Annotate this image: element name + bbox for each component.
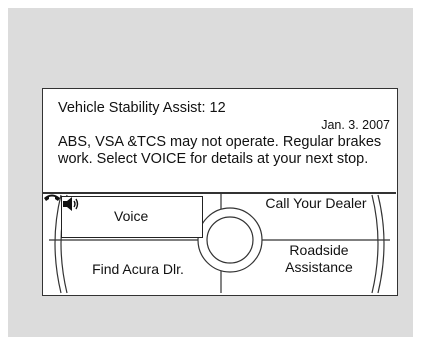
message-title: Vehicle Stability Assist: 12 [58, 100, 226, 116]
phone-icon [44, 194, 60, 201]
call-your-dealer-button[interactable]: Call Your Dealer [261, 195, 371, 212]
background-frame: Vehicle Stability Assist: 12 Jan. 3. 200… [8, 8, 413, 337]
find-acura-dealer-button[interactable]: Find Acura Dlr. [73, 261, 203, 278]
voice-button[interactable]: Voice [61, 196, 203, 238]
voice-button-label: Voice [114, 208, 149, 224]
speaker-icon [63, 197, 79, 211]
roadside-assistance-button[interactable]: Roadside Assistance [259, 242, 379, 276]
message-date: Jan. 3. 2007 [321, 118, 390, 132]
control-panel: Voice Find Acura Dlr. Call Your Dealer R… [43, 193, 396, 295]
warning-message-panel: Vehicle Stability Assist: 12 Jan. 3. 200… [43, 89, 396, 191]
message-body: ABS, VSA &TCS may not operate. Regular b… [58, 134, 382, 167]
navigation-screen: Vehicle Stability Assist: 12 Jan. 3. 200… [42, 88, 398, 296]
